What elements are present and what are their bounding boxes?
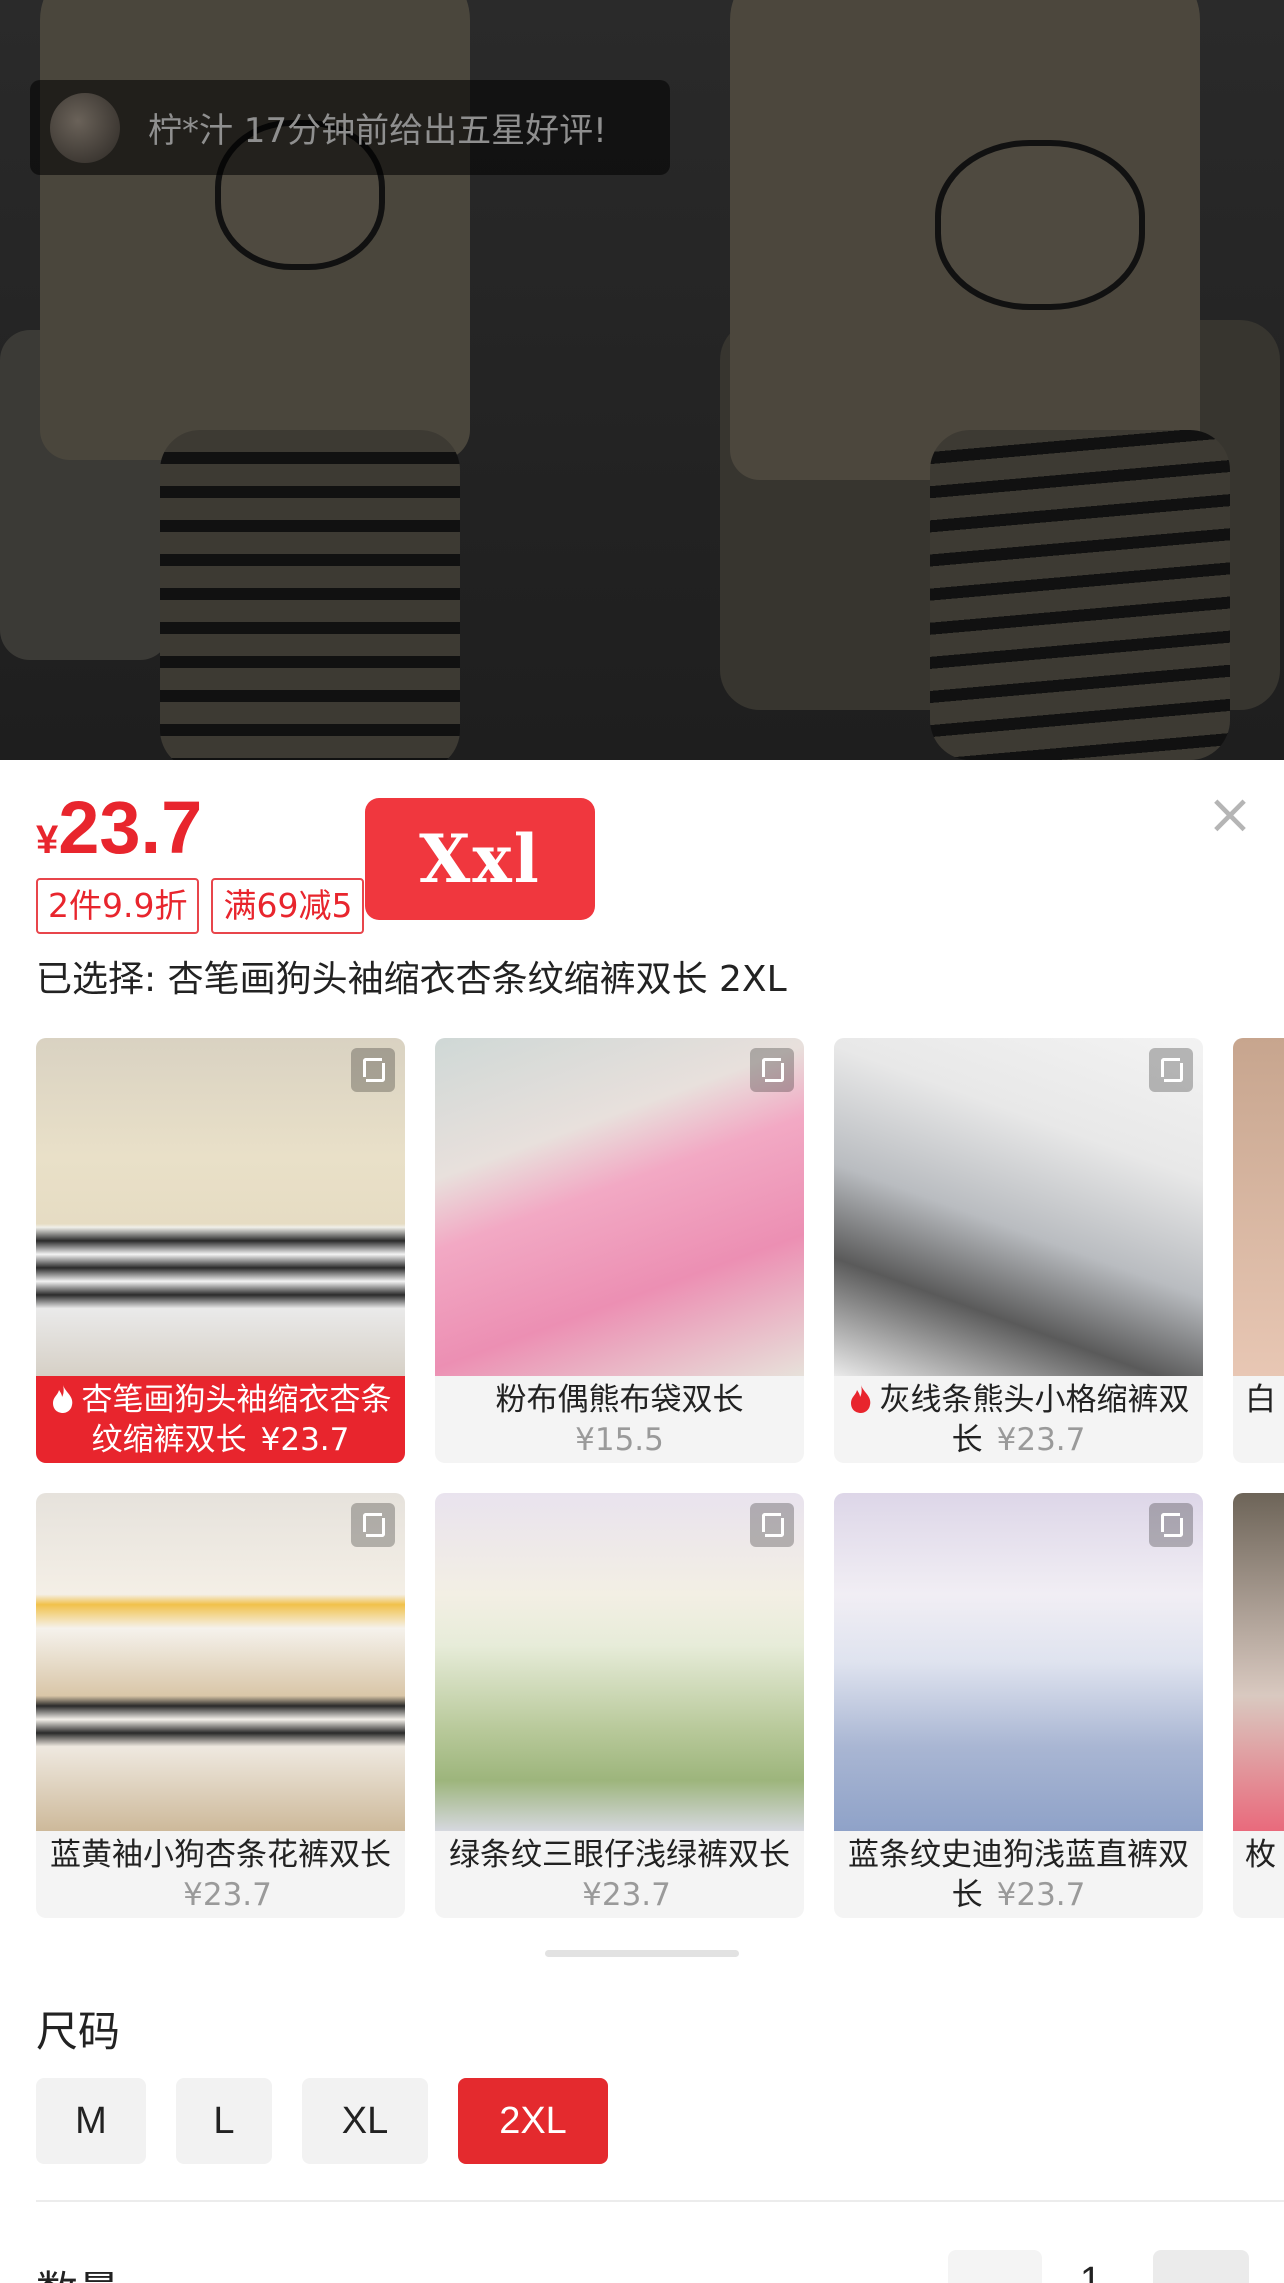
variant-name: 白 — [1245, 1382, 1276, 1418]
variant-card[interactable]: 白 — [1233, 1038, 1284, 1463]
size-option-2xl[interactable]: 2XL — [458, 2078, 608, 2164]
promo-tag: 满69减5 — [211, 878, 365, 934]
variant-price: ¥23.7 — [996, 1422, 1086, 1458]
backdrop-dog-face-icon — [935, 140, 1145, 310]
quantity-increase-button[interactable] — [1153, 2250, 1249, 2283]
size-section-title: 尺码 — [36, 2007, 121, 2056]
size-option-l[interactable]: L — [176, 2078, 272, 2164]
variant-name: 枚 — [1245, 1837, 1276, 1873]
flame-icon — [52, 1385, 72, 1413]
variant-image — [36, 1493, 405, 1831]
variant-name: 绿条纹三眼仔浅绿裤双长 — [449, 1837, 790, 1873]
variant-price: ¥23.7 — [582, 1877, 671, 1913]
variant-card[interactable]: 蓝条纹史迪狗浅蓝直裤双长 ¥23.7 — [834, 1493, 1203, 1918]
expand-icon[interactable] — [1149, 1048, 1193, 1092]
variant-caption: 杏笔画狗头袖缩衣杏条纹缩裤双长 ¥23.7 — [36, 1376, 405, 1463]
variant-price: ¥15.5 — [575, 1422, 664, 1458]
backdrop-pants-right — [930, 430, 1230, 760]
expand-icon[interactable] — [351, 1503, 395, 1547]
selected-variant-text: 已选择: 杏笔画狗头袖缩衣杏条纹缩裤双长 2XL — [36, 959, 787, 1000]
variant-image — [834, 1493, 1203, 1831]
avatar — [50, 92, 120, 163]
expand-icon[interactable] — [750, 1048, 794, 1092]
divider — [36, 2200, 1284, 2202]
variant-name: 蓝黄袖小狗杏条花裤双长 — [50, 1837, 391, 1873]
variant-card[interactable]: 绿条纹三眼仔浅绿裤双长 ¥23.7 — [435, 1493, 804, 1918]
promo-tags: 2件9.9折 满69减5 — [36, 878, 365, 934]
quantity-decrease-button[interactable] — [948, 2250, 1042, 2283]
currency-symbol: ¥ — [36, 818, 59, 862]
variant-image — [435, 1038, 804, 1376]
flame-icon — [850, 1385, 870, 1413]
variant-card[interactable]: 枚 — [1233, 1493, 1284, 1918]
variant-card[interactable]: 杏笔画狗头袖缩衣杏条纹缩裤双长 ¥23.7 — [36, 1038, 405, 1463]
size-option-m[interactable]: M — [36, 2078, 146, 2164]
selected-size-badge: Xxl — [365, 798, 595, 920]
variant-caption: 绿条纹三眼仔浅绿裤双长 ¥23.7 — [435, 1831, 804, 1918]
variant-grid[interactable]: 杏笔画狗头袖缩衣杏条纹缩裤双长 ¥23.7 粉布偶熊布袋双长 ¥15.5 灰线条熊头… — [36, 1038, 1284, 1918]
size-options: M L XL 2XL — [36, 2078, 608, 2164]
variant-name: 粉布偶熊布袋双长 — [495, 1382, 744, 1418]
product-photo-backdrop[interactable]: 柠*汁 17分钟前给出五星好评! — [0, 0, 1284, 760]
variant-card[interactable]: 灰线条熊头小格缩裤双长 ¥23.7 — [834, 1038, 1203, 1463]
variant-image — [1233, 1493, 1284, 1831]
sku-selector-sheet: ¥23.7 × 2件9.9折 满69减5 Xxl 已选择: 杏笔画狗头袖缩衣杏条… — [0, 760, 1284, 2283]
expand-icon[interactable] — [1149, 1503, 1193, 1547]
backdrop-pants-left — [160, 430, 460, 760]
variant-caption: 蓝条纹史迪狗浅蓝直裤双长 ¥23.7 — [834, 1831, 1203, 1918]
variant-caption: 粉布偶熊布袋双长 ¥15.5 — [435, 1376, 804, 1463]
expand-icon[interactable] — [750, 1503, 794, 1547]
variant-price: ¥23.7 — [260, 1422, 350, 1458]
quantity-label: 数量 — [36, 2258, 120, 2283]
variant-caption: 白 — [1233, 1376, 1284, 1463]
variant-price: ¥23.7 — [183, 1877, 272, 1913]
variant-caption: 灰线条熊头小格缩裤双长 ¥23.7 — [834, 1376, 1203, 1463]
horizontal-scroll-indicator — [545, 1950, 739, 1957]
product-price: ¥23.7 — [36, 785, 202, 870]
variant-image — [834, 1038, 1203, 1376]
size-option-xl[interactable]: XL — [302, 2078, 428, 2164]
variant-caption: 蓝黄袖小狗杏条花裤双长 ¥23.7 — [36, 1831, 405, 1918]
variant-card[interactable]: 粉布偶熊布袋双长 ¥15.5 — [435, 1038, 804, 1463]
variant-image — [36, 1038, 405, 1376]
review-toast: 柠*汁 17分钟前给出五星好评! — [30, 80, 670, 175]
price-value: 23.7 — [58, 786, 203, 869]
variant-caption: 枚 — [1233, 1831, 1284, 1918]
variant-card[interactable]: 蓝黄袖小狗杏条花裤双长 ¥23.7 — [36, 1493, 405, 1918]
quantity-value[interactable]: 1 — [1080, 2260, 1101, 2283]
variant-image — [435, 1493, 804, 1831]
review-toast-text: 柠*汁 17分钟前给出五星好评! — [148, 111, 607, 151]
promo-tag: 2件9.9折 — [36, 878, 200, 934]
expand-icon[interactable] — [351, 1048, 395, 1092]
close-icon[interactable]: × — [1205, 787, 1255, 843]
variant-image — [1233, 1038, 1284, 1376]
variant-price: ¥23.7 — [996, 1877, 1086, 1913]
